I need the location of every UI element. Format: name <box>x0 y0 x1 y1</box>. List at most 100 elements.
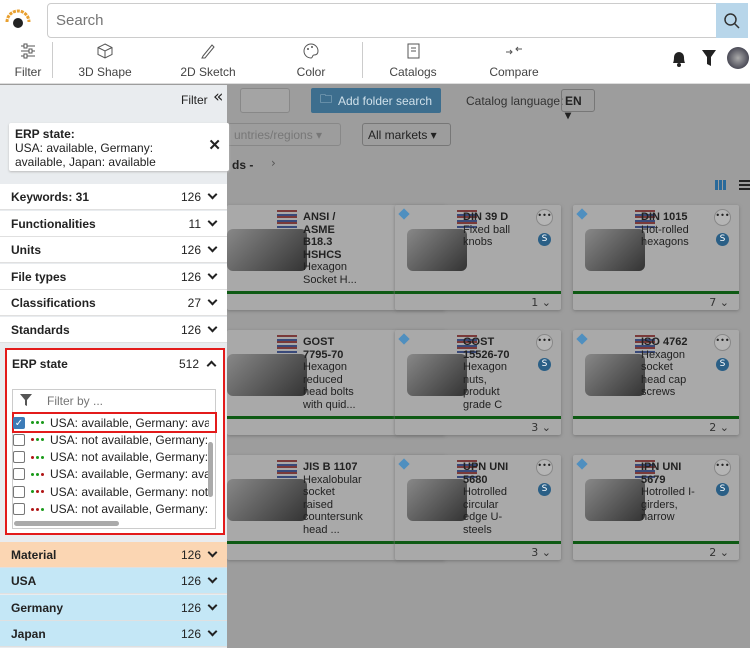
variant-count[interactable]: 1 ⌄ <box>531 296 551 309</box>
count-value: 2 <box>709 546 717 559</box>
more-options-icon[interactable]: ••• <box>536 459 553 476</box>
part-image <box>407 229 467 271</box>
3d-cube-icon <box>398 333 410 345</box>
more-options-icon[interactable]: ••• <box>714 459 731 476</box>
tool-label: Compare <box>489 65 539 79</box>
facet-row[interactable]: Germany 126 <box>0 595 227 621</box>
facet-row[interactable]: Classifications 27 <box>0 290 227 316</box>
checkbox[interactable] <box>13 468 25 481</box>
view-toggle[interactable] <box>240 88 290 113</box>
flags-icon <box>277 460 297 478</box>
chevron-down-icon <box>207 626 218 637</box>
facet-label: Material <box>11 547 57 562</box>
option-label: USA: available, Germany: available <box>50 467 209 482</box>
option-label: USA: available, Germany: not available <box>50 484 209 499</box>
card-title: DIN 1015 <box>641 211 688 223</box>
checkbox[interactable]: ✓ <box>13 416 25 429</box>
chevron-right-icon[interactable]: › <box>271 156 276 170</box>
search-input[interactable] <box>47 3 717 38</box>
variant-count[interactable]: 2 ⌄ <box>709 546 729 559</box>
facet-row[interactable]: Standards 126 <box>0 317 227 343</box>
facet-row[interactable]: Japan 126 <box>0 621 227 647</box>
checkbox[interactable] <box>13 485 25 498</box>
result-card[interactable]: ISO 4762 Hexagon socket head cap screws ••… <box>573 330 739 435</box>
countries-select[interactable]: untries/regions ▾ <box>227 123 341 146</box>
3d-cube-icon <box>576 333 588 345</box>
standard-badge-icon: S <box>538 233 551 246</box>
erp-option[interactable]: USA: available, Germany: not available <box>13 483 209 500</box>
facet-row[interactable]: Units 126 <box>0 237 227 263</box>
facet-label: USA <box>11 573 37 588</box>
tool-color[interactable]: Color <box>290 42 332 80</box>
funnel-icon[interactable] <box>701 49 717 67</box>
tool-2d-sketch[interactable]: 2D Sketch <box>177 42 239 80</box>
horizontal-scrollbar[interactable] <box>14 521 119 526</box>
erp-option[interactable]: ✓ USA: available, Germany: available, Jap… <box>13 414 209 431</box>
checkbox[interactable] <box>13 503 25 515</box>
select-value: untries/regions <box>234 128 313 142</box>
card-title: GOST 7795-70 <box>303 336 344 361</box>
facet-row[interactable]: USA 126 <box>0 568 227 594</box>
option-label: USA: not available, Germany: available <box>50 432 209 447</box>
status-dots <box>31 438 44 442</box>
tool-compare[interactable]: Compare <box>486 42 542 80</box>
variant-count[interactable]: 3 ⌄ <box>531 421 551 434</box>
tool-filter[interactable]: Filter <box>10 42 46 80</box>
result-card[interactable]: GOST 15526-70 Hexagon nuts, produkt grade… <box>395 330 561 435</box>
breadcrumb[interactable]: ds - <box>232 158 253 172</box>
add-folder-search-button[interactable]: 🗀 Add folder search <box>311 88 441 113</box>
chevron-down-icon <box>207 189 218 200</box>
vertical-scrollbar[interactable] <box>208 442 213 497</box>
variant-count[interactable]: 3 ⌄ <box>531 546 551 559</box>
remove-filter-icon[interactable]: ✕ <box>208 138 221 153</box>
more-options-icon[interactable]: ••• <box>714 334 731 351</box>
3d-cube-icon <box>398 208 410 220</box>
result-card[interactable]: DIN 1015 Hot-rolled hexagons ••• S 7 ⌄ <box>573 205 739 310</box>
search-button[interactable] <box>716 3 748 38</box>
facet-row[interactable]: Keywords: 31 126 <box>0 184 227 210</box>
logo-icon[interactable] <box>4 8 32 30</box>
variant-count[interactable]: 7 ⌄ <box>709 296 729 309</box>
bell-icon[interactable] <box>670 48 688 68</box>
result-card[interactable]: IPN UNI 5679 Hotrolled I-girders, narrow •… <box>573 455 739 560</box>
erp-option[interactable]: USA: available, Germany: available <box>13 466 209 483</box>
chevron-up-icon[interactable] <box>206 360 217 371</box>
avatar[interactable] <box>727 47 749 69</box>
facet-row[interactable]: File types 126 <box>0 264 227 290</box>
variant-count[interactable]: 2 ⌄ <box>709 421 729 434</box>
facet-label: Keywords: 31 <box>11 189 90 204</box>
more-options-icon[interactable]: ••• <box>536 334 553 351</box>
grid-view-icon[interactable] <box>715 180 727 190</box>
collapse-icon[interactable]: « <box>213 87 223 107</box>
more-options-icon[interactable]: ••• <box>714 209 731 226</box>
facet-row[interactable]: Material 126 <box>0 542 227 568</box>
part-image <box>585 479 645 521</box>
erp-option[interactable]: USA: not available, Germany: available <box>13 431 209 448</box>
erp-option[interactable]: USA: not available, Germany: not availab… <box>13 501 209 518</box>
list-view-icon[interactable] <box>739 180 750 190</box>
tool-3d-shape[interactable]: 3D Shape <box>75 42 135 80</box>
search-icon <box>724 12 740 29</box>
top-bar: Filter 3D Shape 2D Sketch Color Catalogs… <box>0 0 750 84</box>
card-title: ISO 4762 <box>641 336 688 348</box>
card-title: IPN UNI 5679 <box>641 461 682 486</box>
markets-select[interactable]: All markets ▾ <box>362 123 451 146</box>
checkbox[interactable] <box>13 451 25 464</box>
erp-option[interactable]: USA: not available, Germany: available <box>13 449 209 466</box>
tool-catalogs[interactable]: Catalogs <box>385 42 441 80</box>
status-dots <box>31 421 44 424</box>
status-bar <box>573 416 739 419</box>
result-card[interactable]: DIN 39 D Fixed ball knobs ••• S 1 ⌄ <box>395 205 561 310</box>
filter-by-input[interactable] <box>47 391 207 411</box>
result-card[interactable]: UPN UNI 5680 Hotrolled circular edge U-st… <box>395 455 561 560</box>
checkbox[interactable] <box>13 433 25 446</box>
chevron-down-icon <box>207 269 218 280</box>
facet-label[interactable]: ERP state <box>12 357 68 371</box>
status-bar <box>395 416 561 419</box>
card-description: Hexagon reduced head bolts with quid... <box>303 361 356 411</box>
catalog-language-select[interactable]: EN ▾ <box>561 89 595 122</box>
tool-label: 2D Sketch <box>180 65 236 79</box>
more-options-icon[interactable]: ••• <box>536 209 553 226</box>
facet-row[interactable]: Functionalities 11 <box>0 211 227 237</box>
3d-cube-icon <box>576 458 588 470</box>
